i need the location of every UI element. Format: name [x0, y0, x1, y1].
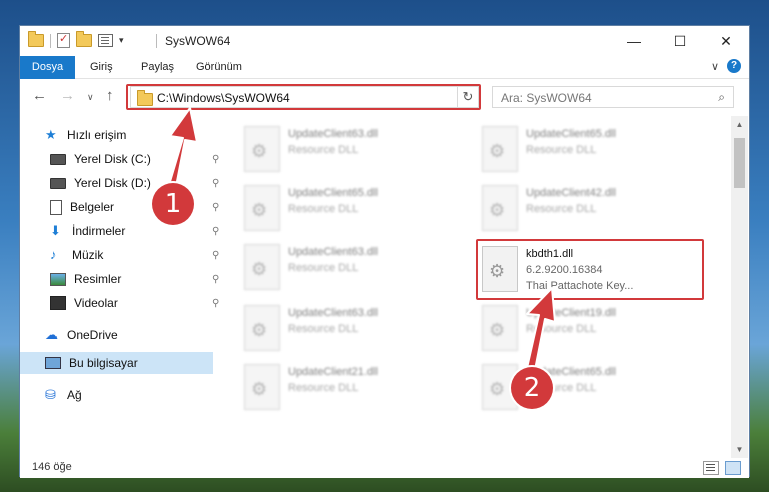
close-button[interactable]: ✕: [703, 26, 749, 56]
pin-icon[interactable]: ⚲: [212, 226, 219, 237]
music-icon: ♪: [50, 247, 57, 262]
search-input[interactable]: Ara: SysWOW64 ⌕: [492, 86, 734, 108]
dll-file-icon: [482, 126, 518, 172]
navigation-bar: ← → ∨ ↑ C:\Windows\SysWOW64 ∨ ↻ Ara: Sys…: [20, 79, 749, 113]
scroll-down-icon[interactable]: ▼: [731, 441, 748, 458]
customize-toolbar-icon[interactable]: [98, 34, 113, 47]
dll-file-icon: [244, 126, 280, 172]
details-view-button[interactable]: [703, 461, 719, 475]
step-1-badge: 1: [152, 183, 194, 225]
ribbon-tabs: Dosya Giriş Paylaş Görünüm ∨ ?: [20, 56, 749, 112]
pin-icon[interactable]: ⚲: [212, 274, 219, 285]
window-title: SysWOW64: [155, 34, 231, 48]
address-highlight-box: [126, 84, 481, 110]
list-item[interactable]: UpdateClient63.dll Resource DLL: [240, 122, 460, 178]
vertical-scrollbar[interactable]: ▲ ▼: [731, 116, 748, 458]
list-item[interactable]: UpdateClient65.dll Resource DLL: [240, 181, 460, 237]
computer-icon: [45, 357, 61, 369]
sidebar-item-music[interactable]: ♪ Müzik ⚲: [50, 244, 240, 266]
toolbar-divider: [50, 33, 51, 48]
sidebar-item-network[interactable]: ⛁ Ağ: [45, 384, 82, 406]
sidebar-item-quick-access[interactable]: ★ Hızlı erişim: [45, 124, 126, 146]
list-item[interactable]: UpdateClient65.dll Resource DLL: [478, 122, 698, 178]
status-bar: 146 öğe: [20, 458, 749, 478]
minimize-button[interactable]: —: [611, 26, 657, 56]
list-item[interactable]: UpdateClient42.dll Resource DLL: [478, 181, 698, 237]
item-count: 146 öğe: [32, 461, 72, 473]
documents-icon: [50, 199, 62, 215]
dll-file-icon: [482, 185, 518, 231]
back-button[interactable]: ←: [32, 87, 47, 104]
pictures-icon: [50, 272, 66, 286]
tab-share[interactable]: Paylaş: [141, 56, 174, 78]
tiles-view-button[interactable]: [725, 461, 741, 475]
search-icon: ⌕: [718, 90, 725, 104]
new-folder-icon[interactable]: [76, 31, 92, 47]
step-2-badge: 2: [511, 367, 553, 409]
drive-icon: [50, 153, 66, 165]
list-item[interactable]: UpdateClient63.dll Resource DLL: [240, 240, 460, 296]
dll-file-icon: [244, 305, 280, 351]
dll-file-icon: [482, 305, 518, 351]
properties-check-icon[interactable]: [57, 32, 70, 48]
pin-icon[interactable]: ⚲: [212, 250, 219, 261]
toolbar-dropdown-icon[interactable]: ▾: [119, 35, 124, 46]
expand-ribbon-icon[interactable]: ∨: [711, 60, 719, 73]
sidebar-item-videos[interactable]: Videolar ⚲: [50, 292, 240, 314]
dll-file-icon: [244, 244, 280, 290]
sidebar-item-local-disk-d[interactable]: Yerel Disk (D:) ⚲: [50, 172, 240, 194]
tab-home[interactable]: Giriş: [90, 56, 113, 78]
explorer-window: ▾ SysWOW64 — ☐ ✕ Dosya Giriş Paylaş Görü…: [19, 25, 750, 478]
sidebar-item-downloads[interactable]: ⬇ İndirmeler ⚲: [50, 220, 240, 242]
navigation-pane: ★ Hızlı erişim Yerel Disk (C:) ⚲ Yerel D…: [20, 116, 219, 458]
forward-button[interactable]: →: [60, 87, 75, 104]
downloads-icon: ⬇: [50, 223, 61, 238]
folder-icon: [28, 31, 44, 47]
quick-access-toolbar: ▾: [28, 31, 124, 48]
pin-icon[interactable]: ⚲: [212, 154, 219, 165]
sidebar-item-onedrive[interactable]: ☁ OneDrive: [45, 324, 118, 346]
videos-icon: [50, 296, 66, 310]
list-item[interactable]: UpdateClient19.dll Resource DLL: [478, 301, 698, 357]
tab-view[interactable]: Görünüm: [196, 56, 242, 78]
network-icon: ⛁: [45, 387, 56, 402]
sidebar-item-local-disk-c[interactable]: Yerel Disk (C:) ⚲: [50, 148, 240, 170]
pin-icon[interactable]: ⚲: [212, 298, 219, 309]
dll-file-icon: [244, 364, 280, 410]
maximize-button[interactable]: ☐: [657, 26, 703, 56]
cloud-icon: ☁: [45, 327, 58, 342]
sidebar-item-documents[interactable]: Belgeler ⚲: [50, 196, 240, 218]
drive-icon: [50, 177, 66, 189]
search-placeholder: Ara: SysWOW64: [501, 91, 592, 105]
scroll-thumb[interactable]: [734, 138, 745, 188]
list-item[interactable]: UpdateClient21.dll Resource DLL: [240, 360, 460, 416]
star-icon: ★: [45, 127, 57, 142]
pin-icon[interactable]: ⚲: [212, 178, 219, 189]
scroll-up-icon[interactable]: ▲: [731, 116, 748, 133]
sidebar-item-this-pc[interactable]: Bu bilgisayar: [45, 352, 138, 374]
title-bar: ▾ SysWOW64 — ☐ ✕: [20, 26, 749, 56]
pin-icon[interactable]: ⚲: [212, 202, 219, 213]
dll-file-icon: [244, 185, 280, 231]
list-item[interactable]: UpdateClient63.dll Resource DLL: [240, 301, 460, 357]
sidebar-item-pictures[interactable]: Resimler ⚲: [50, 268, 240, 290]
recent-locations-button[interactable]: ∨: [87, 92, 94, 103]
file-highlight-box: [476, 239, 704, 300]
up-button[interactable]: ↑: [106, 87, 114, 104]
help-icon[interactable]: ?: [727, 59, 741, 73]
